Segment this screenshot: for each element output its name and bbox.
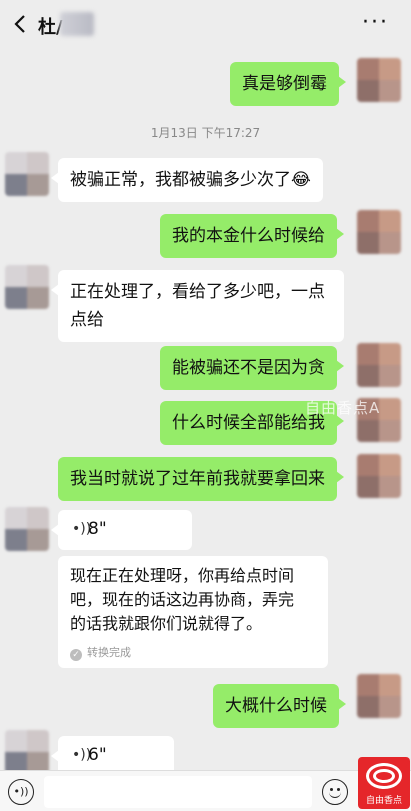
back-arrow-icon[interactable] <box>8 10 32 38</box>
sent-message[interactable]: 能被骗还不是因为贪 <box>160 346 344 390</box>
chat-title: 杜/ <box>38 17 63 38</box>
blurred-name <box>60 12 94 36</box>
my-avatar[interactable] <box>357 210 401 254</box>
sent-message[interactable]: 我的本金什么时候给 <box>160 214 344 258</box>
my-avatar[interactable] <box>357 58 401 102</box>
contact-avatar[interactable] <box>5 152 49 196</box>
check-icon: ✓ <box>70 649 82 661</box>
received-message[interactable]: 被骗正常，我都被骗多少次了😂 <box>51 158 323 202</box>
voice-duration: 6" <box>88 745 107 765</box>
logo-text: 自由香点 <box>365 796 402 806</box>
timestamp: 1月13日 下午17:27 <box>150 126 261 140</box>
contact-avatar[interactable] <box>5 730 49 774</box>
site-logo: 自由香点 <box>358 757 410 809</box>
transcript-status-label: 转换完成 <box>87 646 131 659</box>
voice-duration: 8" <box>88 519 107 539</box>
my-avatar[interactable] <box>357 674 401 718</box>
transcript-line: 现在正在处理呀，你再给点时间 <box>70 566 295 585</box>
more-dots-icon[interactable]: ··· <box>362 12 389 34</box>
message-input[interactable] <box>44 776 312 808</box>
watermark: 自由香点A <box>305 399 381 417</box>
voice-transcript[interactable]: 现在正在处理呀，你再给点时间 吧，现在的话这边再协商，弄完 的话我就跟你们说就得… <box>58 556 328 668</box>
transcript-line: 吧，现在的话这边再协商，弄完 <box>70 590 295 609</box>
voice-input-icon[interactable]: •)) <box>8 779 34 805</box>
contact-avatar[interactable] <box>5 265 49 309</box>
transcript-status: ✓ 转换完成 <box>70 644 131 661</box>
transcript-line: 的话我就跟你们说就得了。 <box>70 614 263 633</box>
chat-header: 杜/ ··· <box>0 0 411 48</box>
input-bar: •)) <box>0 770 411 811</box>
sent-message[interactable]: 我当时就说了过年前我就要拿回来 <box>58 457 344 501</box>
message-line: 点给 <box>70 310 104 330</box>
message-line: 正在处理了，看给了多少吧，一点 <box>70 282 325 302</box>
received-message[interactable]: 正在处理了，看给了多少吧，一点 点给 <box>51 270 344 342</box>
sent-message[interactable]: 大概什么时候 <box>213 684 346 728</box>
contact-avatar[interactable] <box>5 507 49 551</box>
emoji-icon[interactable] <box>322 779 348 805</box>
voice-message[interactable]: •)) 8" <box>51 510 192 550</box>
my-avatar[interactable] <box>357 454 401 498</box>
sent-message[interactable]: 真是够倒霉 <box>230 62 346 106</box>
my-avatar[interactable] <box>357 343 401 387</box>
